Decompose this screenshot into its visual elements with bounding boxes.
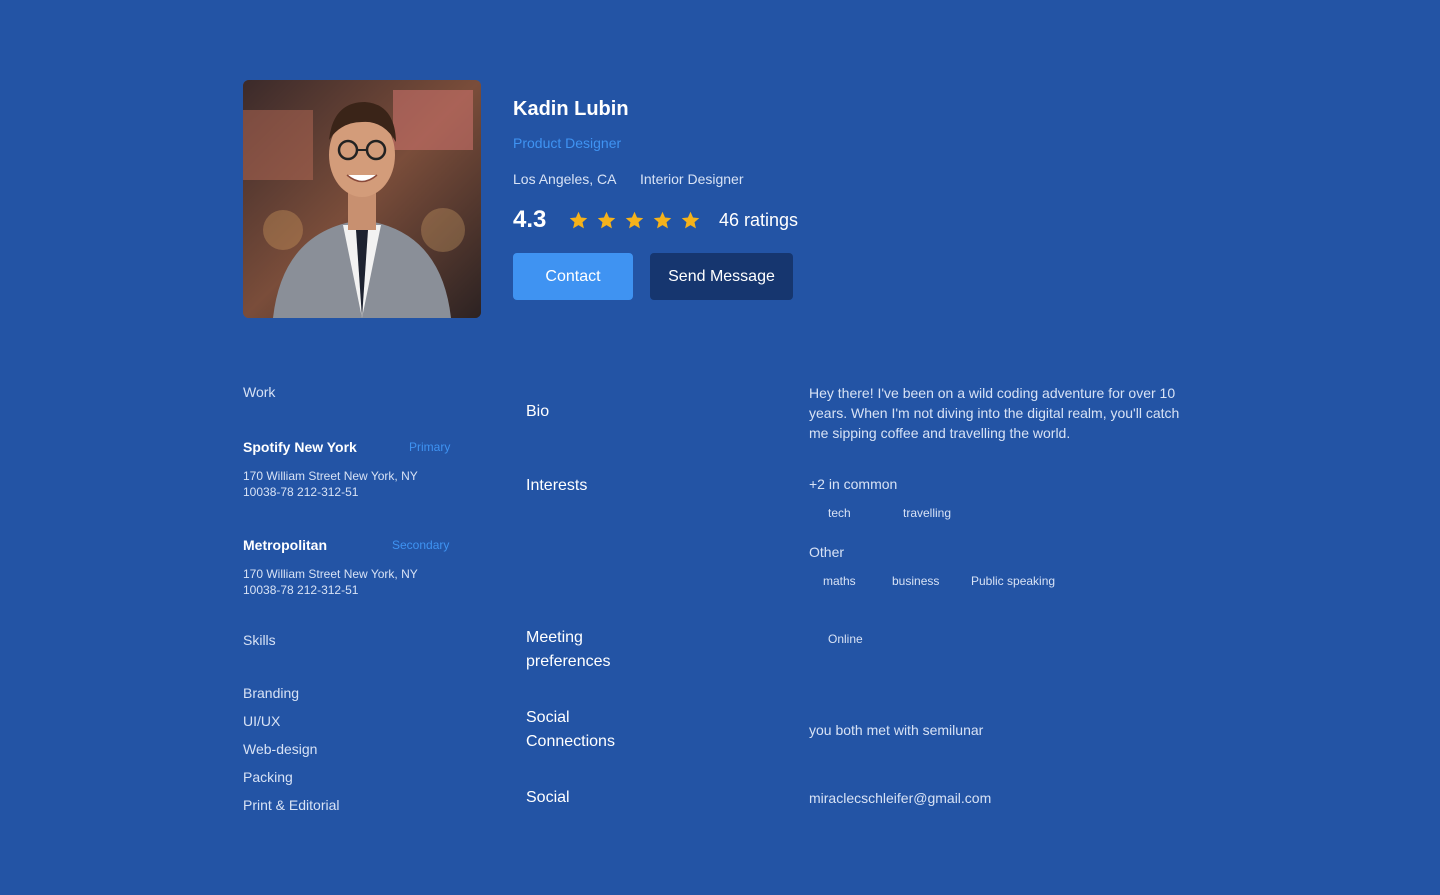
profile-photo <box>243 80 481 318</box>
skill-item: Packing <box>243 769 293 785</box>
email-link[interactable]: miraclecschleifer@gmail.com <box>809 790 991 806</box>
star-icon <box>625 211 644 229</box>
profile-job: Interior Designer <box>640 171 744 187</box>
bio-heading: Bio <box>526 403 550 420</box>
send-message-button[interactable]: Send Message <box>650 253 793 300</box>
skills-heading: Skills <box>243 632 276 648</box>
common-interests-label: +2 in common <box>809 476 898 492</box>
company-name: Metropolitan <box>243 537 327 553</box>
contact-button[interactable]: Contact <box>513 253 633 300</box>
star-icon <box>597 211 616 229</box>
social-heading: Social <box>526 789 570 806</box>
company-name: Spotify New York <box>243 439 357 455</box>
star-icon <box>569 211 588 229</box>
interests-heading: Interests <box>526 477 588 494</box>
interest-tag[interactable]: business <box>892 574 939 588</box>
star-icon <box>653 211 672 229</box>
ratings-count: 46 ratings <box>719 210 799 230</box>
company-address: 170 William Street New York, NY 10038-78… <box>243 469 418 499</box>
star-icon <box>681 211 700 229</box>
interest-tag[interactable]: travelling <box>903 506 951 520</box>
skill-item: Branding <box>243 685 300 701</box>
interest-tag[interactable]: tech <box>828 506 851 520</box>
primary-badge: Primary <box>409 440 451 454</box>
interest-tag[interactable]: Public speaking <box>971 574 1055 588</box>
profile-name: Kadin Lubin <box>513 98 629 120</box>
social-connections-heading: Social Connections <box>526 709 615 750</box>
secondary-badge: Secondary <box>392 538 450 552</box>
connections-text: you both met with semilunar <box>809 722 984 738</box>
rating-score: 4.3 <box>513 206 547 233</box>
rating-stars <box>568 210 701 231</box>
skill-item: UI/UX <box>243 713 281 729</box>
work-heading: Work <box>243 384 276 400</box>
company-address: 170 William Street New York, NY 10038-78… <box>243 567 418 597</box>
meeting-preferences-heading: Meeting preferences <box>526 629 611 670</box>
other-interests-label: Other <box>809 544 845 560</box>
interest-tag[interactable]: maths <box>823 574 856 588</box>
profile-role: Product Designer <box>513 135 622 151</box>
skills-list: Branding UI/UX Web-design Packing Print … <box>243 685 339 825</box>
meeting-preference-tag: Online <box>828 632 863 646</box>
bio-text: Hey there! I've been on a wild coding ad… <box>809 385 1180 441</box>
profile-location: Los Angeles, CA <box>513 171 617 187</box>
skill-item: Web-design <box>243 741 318 757</box>
skill-item: Print & Editorial <box>243 797 340 813</box>
